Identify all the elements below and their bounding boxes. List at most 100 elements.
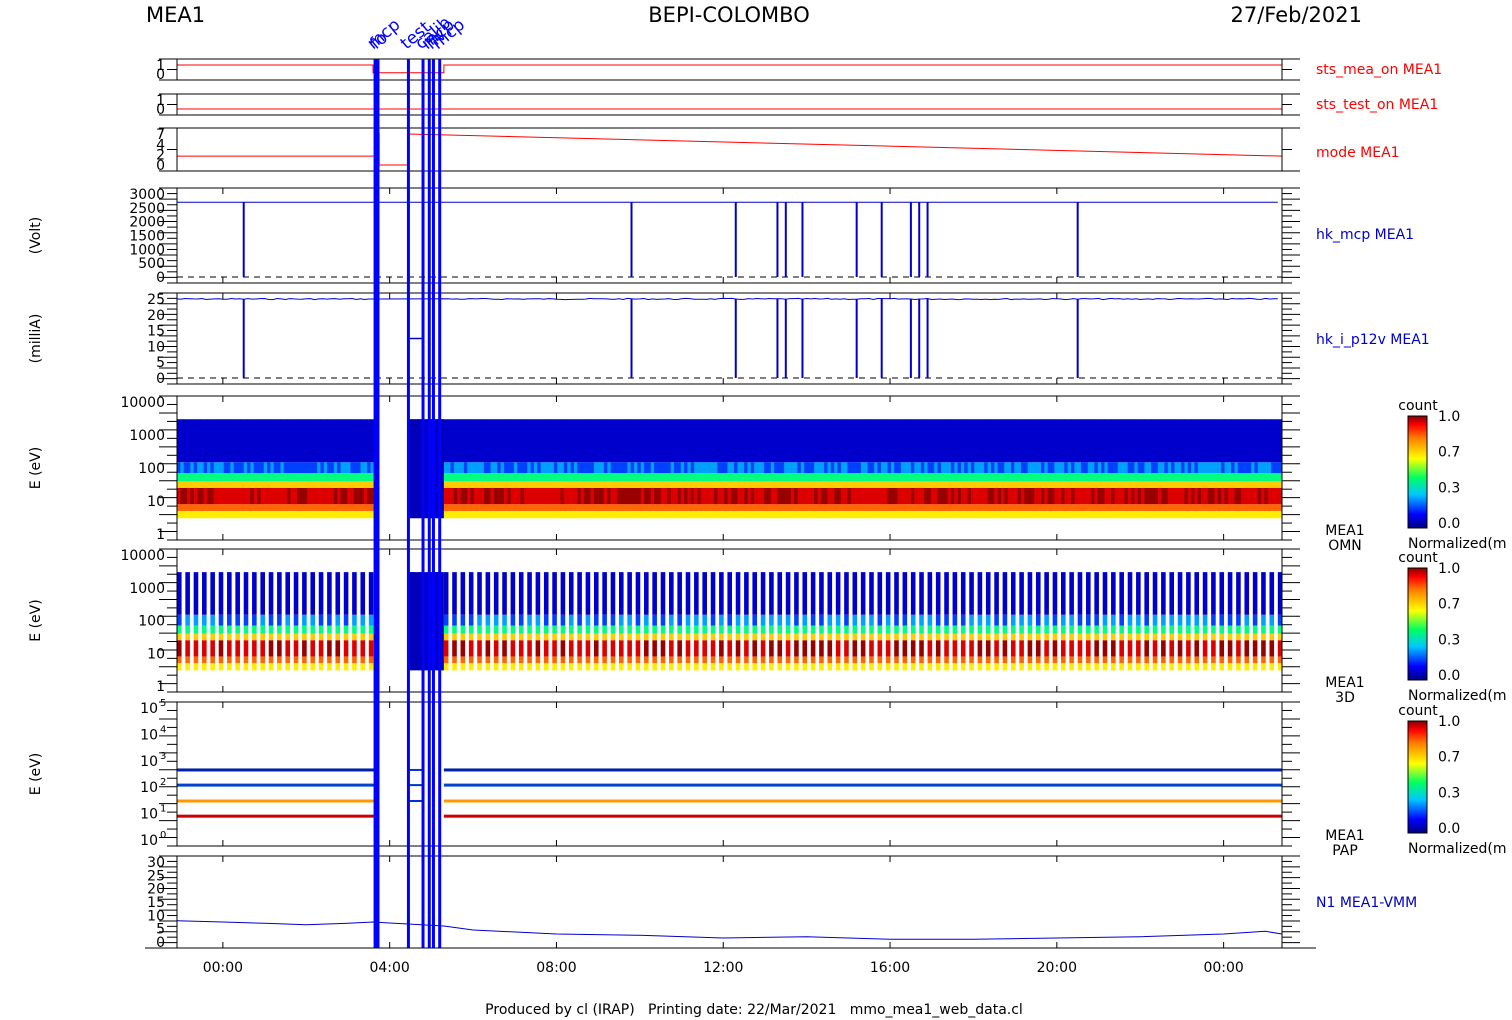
heat-cell — [1164, 473, 1169, 482]
heat-cell — [190, 462, 195, 474]
heat-cell — [1197, 487, 1202, 505]
heat-cell — [769, 640, 774, 657]
heat-cell — [640, 504, 645, 511]
heat-cell — [624, 419, 628, 463]
heat-cell — [702, 663, 707, 671]
heat-cell — [318, 663, 324, 671]
heat-cell — [804, 510, 808, 519]
heat-cell — [1194, 510, 1199, 519]
heat-cell — [563, 487, 568, 505]
heat-cell — [252, 640, 257, 657]
heat-cell — [1054, 473, 1059, 482]
heat-cell — [1221, 462, 1225, 474]
heat-cell — [1187, 510, 1192, 519]
heat-cell — [1136, 640, 1141, 657]
heat-cell — [710, 473, 715, 482]
heat-cell — [919, 640, 924, 657]
heat-cell — [1141, 481, 1145, 488]
heat-cell — [730, 510, 735, 519]
heat-cell — [690, 504, 695, 511]
heat-cell — [1000, 504, 1005, 511]
heat-cell — [1127, 419, 1132, 463]
heat-cell — [927, 419, 932, 463]
heat-cell — [1091, 481, 1095, 488]
pap-band-left — [177, 799, 376, 803]
panel-name: PAP — [1332, 843, 1358, 859]
heat-cell — [227, 656, 232, 664]
heat-cell — [1167, 419, 1172, 463]
heat-cell — [463, 510, 468, 519]
heat-cell — [493, 419, 498, 463]
heat-cell — [840, 462, 845, 474]
heat-cell — [1131, 419, 1135, 463]
heat-cell — [734, 487, 738, 505]
heat-cell — [547, 481, 552, 488]
heat-cell — [302, 656, 307, 664]
heat-cell — [450, 473, 455, 482]
heat-cell — [352, 656, 357, 664]
heat-cell — [1019, 656, 1024, 664]
heat-cell — [447, 504, 452, 511]
heat-cell — [857, 481, 862, 488]
heat-cell — [670, 487, 675, 505]
heat-cell — [984, 462, 989, 474]
heat-cell — [964, 473, 969, 482]
heat-cell — [300, 473, 305, 482]
heat-cell — [1067, 462, 1072, 474]
heat-cell — [744, 473, 748, 482]
heat-cell — [570, 487, 575, 505]
heat-cell — [1047, 487, 1052, 505]
heat-cell — [520, 481, 525, 488]
heat-cell — [1219, 656, 1225, 664]
y-tick-label: 1 — [156, 679, 165, 695]
heat-cell — [685, 614, 691, 626]
heat-cell — [297, 510, 301, 519]
heat-cell — [935, 614, 941, 626]
heat-cell — [777, 419, 782, 463]
heat-cell — [677, 504, 682, 511]
heat-cell — [1040, 419, 1045, 463]
heat-cell — [719, 625, 724, 634]
heat-cell — [285, 663, 291, 671]
heat-cell — [1254, 510, 1259, 519]
heat-cell — [1211, 614, 1216, 626]
heat-cell — [303, 481, 308, 488]
heat-cell — [1247, 462, 1252, 474]
heat-cell — [602, 663, 607, 671]
heat-cell — [910, 504, 915, 511]
heat-cell — [1237, 419, 1242, 463]
heat-cell — [327, 473, 331, 482]
heat-cell — [947, 473, 952, 482]
heat-cell — [270, 504, 275, 511]
heat-cell — [260, 481, 265, 488]
heat-cell — [268, 663, 274, 671]
heat-cell — [350, 481, 355, 488]
heat-cell — [650, 510, 655, 519]
heat-cell — [193, 640, 199, 657]
heat-cell — [834, 504, 838, 511]
heat-cell — [685, 625, 691, 634]
heat-cell — [817, 481, 822, 488]
heat-cell — [1244, 572, 1250, 615]
heat-cell — [624, 481, 628, 488]
heat-cell — [1204, 481, 1209, 488]
heat-cell — [352, 640, 357, 657]
colorbar-tick: 1.0 — [1438, 714, 1460, 730]
heat-cell — [240, 510, 245, 519]
heat-cell — [247, 487, 251, 505]
heat-cell — [1127, 633, 1133, 641]
heat-cell — [735, 633, 741, 641]
heat-cell — [1274, 473, 1279, 482]
heat-cell — [620, 462, 625, 474]
heat-cell — [924, 462, 929, 474]
heat-cell — [277, 625, 282, 634]
heat-cell — [885, 663, 891, 671]
heat-cell — [1002, 633, 1008, 641]
heat-cell — [877, 625, 883, 634]
heat-cell — [910, 481, 915, 488]
heat-cell — [952, 640, 958, 657]
heat-cell — [835, 633, 841, 641]
heat-cell — [1097, 487, 1102, 505]
heat-cell — [1030, 419, 1035, 463]
heat-cell — [517, 510, 522, 519]
